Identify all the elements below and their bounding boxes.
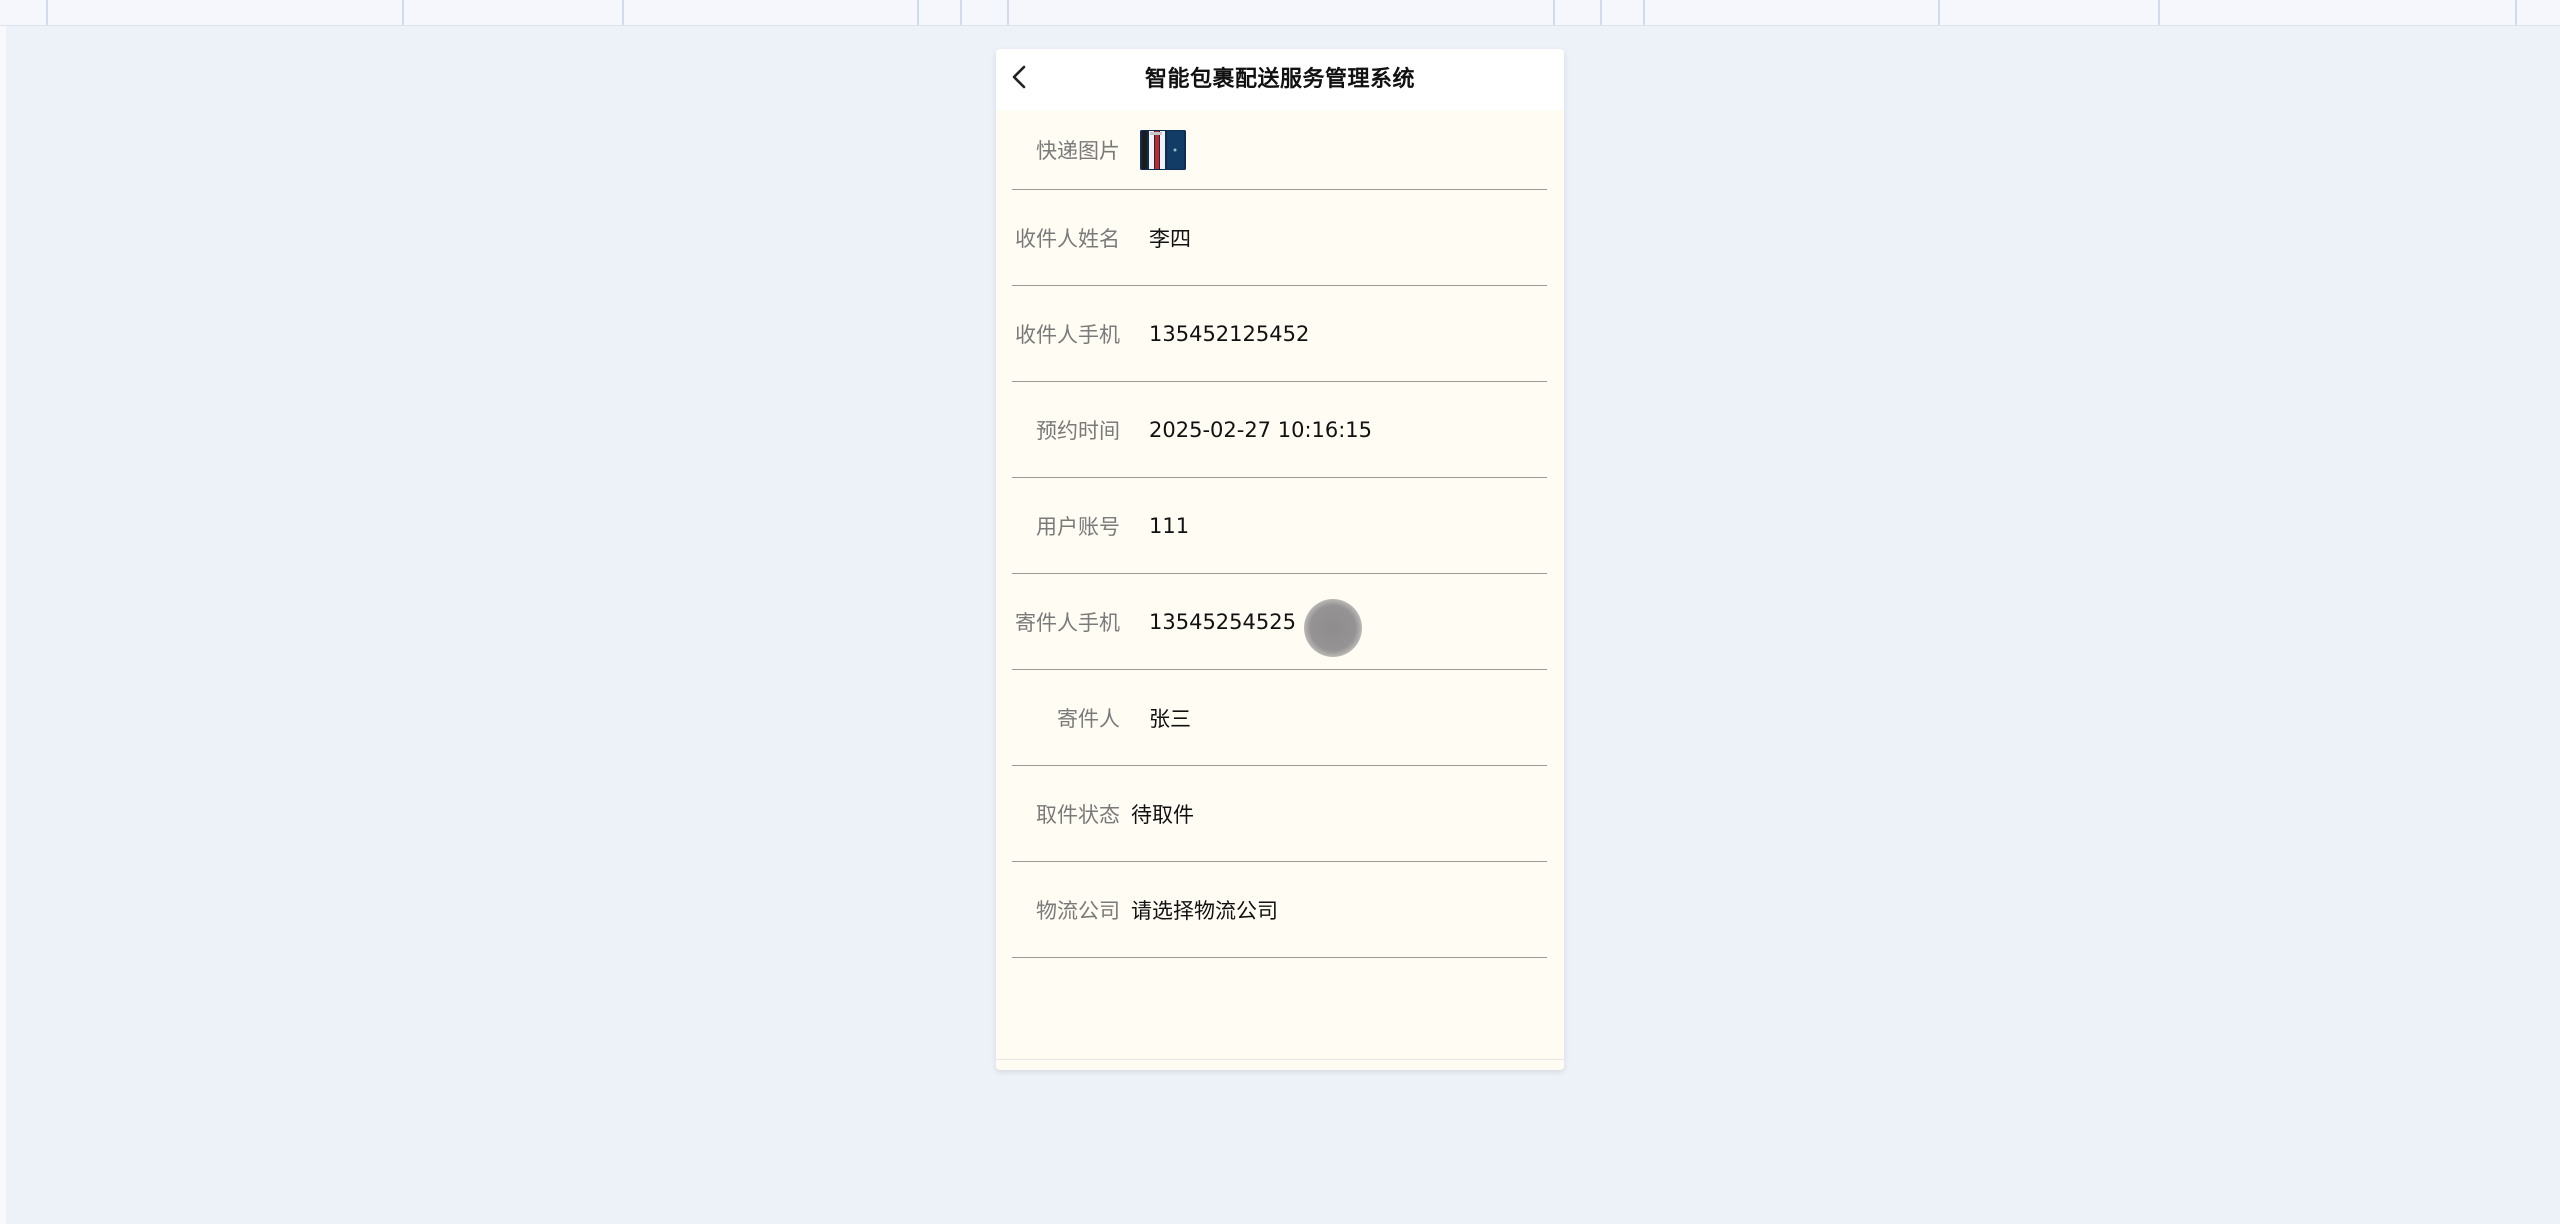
user-account-value: 111 [1149,513,1190,538]
field-label: 取件状态 [1036,802,1120,827]
recipient-name-value: 李四 [1149,226,1191,251]
logistics-company-picker[interactable]: 请选择物流公司 [1131,862,1278,957]
field-package-image: 快递图片 [1012,110,1547,190]
field-label: 用户账号 [1036,514,1120,539]
recipient-phone-value: 135452125452 [1149,321,1310,346]
strip-divider [2515,0,2517,25]
field-label: 物流公司 [1036,898,1120,923]
mobile-detail-panel: 智能包裹配送服务管理系统 快递图片 收件人姓名 李四 收件人手机 1354521… [996,49,1564,1070]
panel-bottom-divider [996,1059,1564,1060]
page-title: 智能包裹配送服务管理系统 [1144,67,1415,92]
sender-phone-value: 13545254525 [1149,609,1296,634]
strip-divider [622,0,624,25]
strip-divider [402,0,404,25]
field-appointment-time: 预约时间 2025-02-27 10:16:15 [1012,382,1547,478]
field-label: 寄件人 [1057,706,1120,731]
strip-divider [917,0,919,25]
page-left-edge [0,0,6,1224]
field-recipient-name: 收件人姓名 李四 [1012,190,1547,286]
strip-divider [960,0,962,25]
pickup-status-picker[interactable]: 待取件 [1131,766,1194,861]
field-label: 快递图片 [1036,138,1120,163]
field-sender-name: 寄件人 张三 [1012,670,1547,766]
top-tab-strip [0,0,2560,26]
strip-divider [1643,0,1645,25]
field-sender-phone: 寄件人手机 13545254525 [1012,574,1547,670]
sender-name-value: 张三 [1149,706,1191,731]
field-logistics-company[interactable]: 物流公司 请选择物流公司 [1012,862,1547,958]
strip-divider [2158,0,2160,25]
strip-divider [1553,0,1555,25]
field-label: 寄件人手机 [1015,610,1120,635]
field-label: 收件人手机 [1015,322,1120,347]
package-detail-form: 快递图片 收件人姓名 李四 收件人手机 135452125452 预约时间 20… [1012,110,1547,958]
field-pickup-status[interactable]: 取件状态 待取件 [1012,766,1547,862]
field-user-account: 用户账号 111 [1012,478,1547,574]
field-label: 收件人姓名 [1015,226,1120,251]
strip-divider [1007,0,1009,25]
app-header: 智能包裹配送服务管理系统 [996,49,1564,110]
strip-divider [1938,0,1940,25]
package-image-thumbnail[interactable] [1140,130,1186,170]
field-label: 预约时间 [1036,418,1120,443]
back-button[interactable] [1004,59,1036,95]
appointment-time-value: 2025-02-27 10:16:15 [1149,417,1373,442]
strip-divider [46,0,48,25]
touch-indicator [1304,599,1362,657]
strip-divider [1600,0,1602,25]
chevron-left-icon [1004,59,1036,95]
field-recipient-phone: 收件人手机 135452125452 [1012,286,1547,382]
